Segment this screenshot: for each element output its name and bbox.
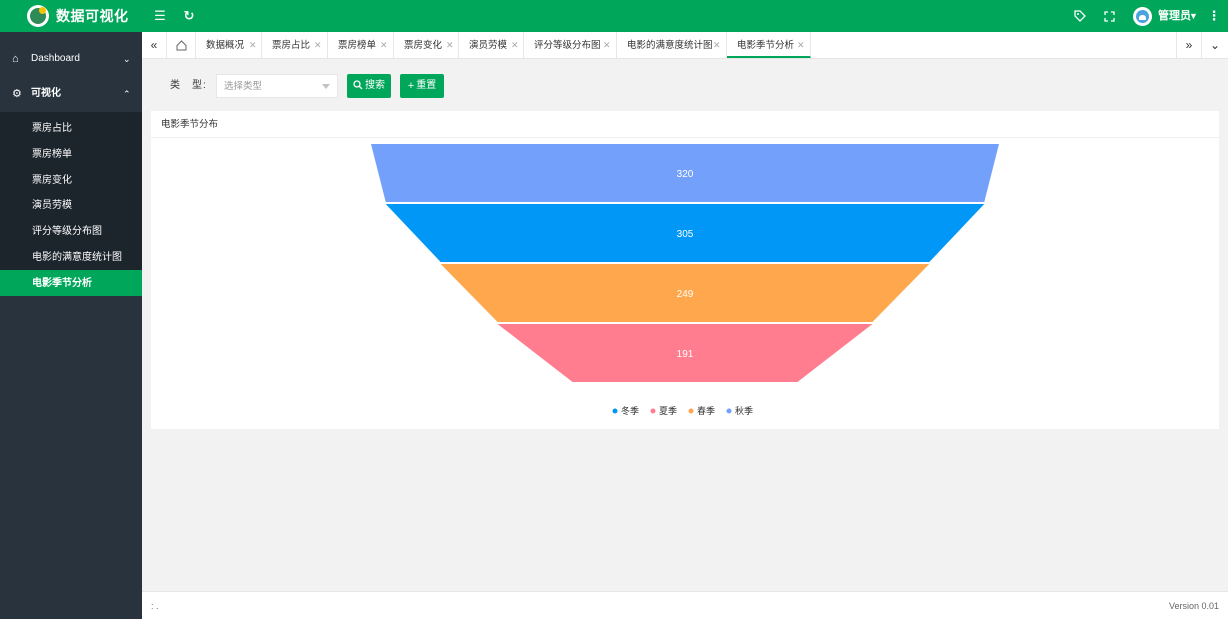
legend-item-春季[interactable]: 春季: [688, 405, 716, 416]
avatar[interactable]: [1133, 7, 1152, 26]
tab-rating-distribution[interactable]: 评分等级分布图 ✕: [524, 32, 617, 58]
sidebar-item-label: 评分等级分布图: [32, 226, 102, 237]
close-icon[interactable]: ✕: [511, 40, 519, 51]
reset-label: 重置: [416, 80, 437, 91]
legend-dot: [688, 408, 694, 414]
reset-button[interactable]: + 重置: [400, 74, 444, 98]
funnel-chart: 320 305 249 191 冬季 夏季 春季 秋季: [371, 144, 999, 416]
tab-label: 评分等级分布图: [534, 40, 601, 51]
select-placeholder: 选择类型: [224, 81, 263, 92]
sidebar-submenu: 票房占比 票房榜单 票房变化 演员劳模 评分等级分布图 电影的满意度统计图 电影…: [0, 112, 142, 296]
sidebar-item-label: 票房变化: [32, 175, 72, 186]
legend-label: 夏季: [659, 405, 677, 416]
legend-item-夏季[interactable]: 夏季: [650, 405, 678, 416]
funnel-value-label: 305: [677, 229, 694, 240]
legend-item-秋季[interactable]: 秋季: [726, 405, 754, 416]
tab-label: 电影季节分析: [737, 40, 795, 51]
legend-label: 春季: [697, 405, 715, 416]
more-icon[interactable]: ⋮: [1206, 8, 1222, 24]
legend-item-冬季[interactable]: 冬季: [612, 405, 640, 416]
close-icon[interactable]: ✕: [713, 40, 721, 51]
tab-overview[interactable]: 数据概况 ✕: [196, 32, 262, 58]
chevron-up-icon: ⌃: [123, 89, 131, 99]
tab-satisfaction[interactable]: 电影的满意度统计图 ✕: [617, 32, 727, 58]
close-icon[interactable]: ✕: [446, 40, 454, 51]
logo[interactable]: 数据可视化: [0, 0, 142, 32]
close-icon[interactable]: ✕: [380, 40, 388, 51]
tab-label: 票房榜单: [338, 40, 377, 51]
funnel-value-label: 320: [677, 169, 694, 180]
sidebar-item-box-office-share[interactable]: 票房占比: [0, 115, 142, 141]
sidebar: ⌂ Dashboard ⌄ ⚙ 可视化 ⌃ 票房占比 票房榜单 票房变化 演员劳…: [0, 32, 142, 619]
tabs-dropdown-icon[interactable]: ⌄: [1202, 32, 1228, 58]
sidebar-item-box-office-change[interactable]: 票房变化: [0, 167, 142, 193]
tab-box-office-ranking[interactable]: 票房榜单 ✕: [328, 32, 394, 58]
sidebar-item-season-analysis[interactable]: 电影季节分析: [0, 270, 142, 296]
close-icon[interactable]: ✕: [249, 40, 257, 51]
sidebar-item-label: 电影季节分析: [32, 278, 92, 289]
gear-icon: ⚙: [12, 88, 22, 100]
plus-icon: +: [407, 80, 415, 92]
funnel-value-label: 249: [677, 289, 694, 300]
sidebar-item-visual[interactable]: ⚙ 可视化 ⌃: [0, 76, 142, 112]
tab-bar: « 数据概况 ✕ 票房占比 ✕ 票房榜单 ✕ 票房变化 ✕ 演员劳模 ✕ 评分等…: [142, 32, 1228, 59]
sidebar-item-label: 演员劳模: [32, 200, 72, 211]
search-button[interactable]: 搜索: [347, 74, 391, 98]
sidebar-item-box-office-ranking[interactable]: 票房榜单: [0, 141, 142, 167]
legend-label: 秋季: [735, 405, 753, 416]
home-tab-icon[interactable]: [167, 32, 196, 58]
funnel-value-label: 191: [677, 349, 694, 360]
sidebar-item-satisfaction[interactable]: 电影的满意度统计图: [0, 244, 142, 270]
tab-box-office-change[interactable]: 票房变化 ✕: [394, 32, 459, 58]
chart-card: 电影季节分布 320 305 249 191 冬季 夏季 春季 秋季: [151, 111, 1219, 429]
close-icon[interactable]: ✕: [314, 40, 322, 51]
tab-label: 演员劳模: [469, 40, 508, 51]
chevron-down-icon: ⌄: [123, 54, 131, 64]
tab-label: 电影的满意度统计图: [627, 40, 713, 51]
type-label: 类 型:: [170, 80, 207, 91]
sidebar-item-actor-model[interactable]: 演员劳模: [0, 192, 142, 218]
tab-label: 票房变化: [404, 40, 443, 51]
app-title: 数据可视化: [56, 8, 129, 24]
sidebar-item-label: 可视化: [31, 88, 61, 99]
sidebar-item-rating-distribution[interactable]: 评分等级分布图: [0, 218, 142, 244]
legend-label: 冬季: [621, 405, 639, 416]
tabs-scroll-left-icon[interactable]: «: [142, 32, 167, 58]
search-icon: [353, 79, 363, 93]
menu-icon[interactable]: ☰: [152, 8, 168, 24]
close-icon[interactable]: ✕: [797, 40, 805, 51]
tab-label: 票房占比: [272, 40, 311, 51]
tag-icon[interactable]: [1072, 8, 1088, 24]
tab-actor-model[interactable]: 演员劳模 ✕: [459, 32, 524, 58]
type-select[interactable]: 选择类型: [216, 74, 338, 98]
legend-dot: [612, 408, 618, 414]
sidebar-item-label: Dashboard: [31, 53, 80, 64]
legend-dot: [650, 408, 656, 414]
refresh-icon[interactable]: ↻: [181, 8, 197, 24]
sidebar-item-label: 电影的满意度统计图: [32, 252, 122, 263]
user-name[interactable]: 管理员: [1158, 10, 1191, 22]
close-icon[interactable]: ✕: [603, 40, 611, 51]
chevron-down-icon[interactable]: ▼: [1189, 10, 1198, 22]
sidebar-item-label: 票房榜单: [32, 149, 72, 160]
logo-icon: [27, 5, 49, 27]
search-label: 搜索: [365, 80, 385, 91]
caret-down-icon: [322, 84, 330, 89]
tab-box-office-share[interactable]: 票房占比 ✕: [262, 32, 328, 58]
legend-dot: [726, 408, 732, 414]
sidebar-item-dashboard[interactable]: ⌂ Dashboard ⌄: [0, 41, 142, 77]
tab-season-analysis[interactable]: 电影季节分析 ✕: [727, 32, 811, 58]
fullscreen-icon[interactable]: [1101, 8, 1117, 24]
top-header: 数据可视化 ☰ ↻ 管理员 ▼ ⋮: [0, 0, 1228, 32]
footer-text: : .: [151, 601, 159, 611]
home-icon: ⌂: [12, 53, 19, 65]
tabs-scroll-right-icon[interactable]: »: [1176, 32, 1202, 58]
sidebar-item-label: 票房占比: [32, 123, 72, 134]
version-text: Version 0.01: [1168, 601, 1219, 611]
tab-label: 数据概况: [206, 40, 245, 51]
footer: : . Version 0.01: [142, 591, 1228, 619]
